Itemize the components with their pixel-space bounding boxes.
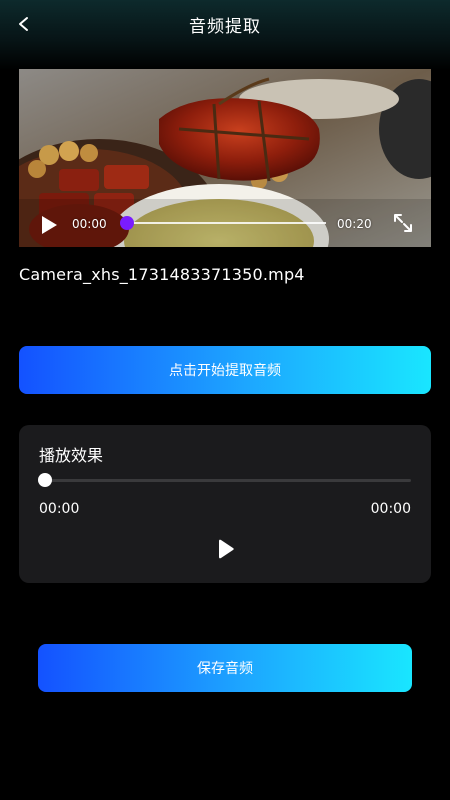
audio-progress-track[interactable] — [41, 479, 411, 482]
video-progress-thumb[interactable] — [120, 216, 134, 230]
play-icon[interactable] — [215, 539, 235, 559]
page-title: 音频提取 — [189, 17, 261, 37]
video-current-time: 00:00 — [72, 217, 107, 231]
file-name: Camera_xhs_1731483371350.mp4 — [19, 265, 305, 284]
audio-extract-screen: 音频提取 00:00 00:20 Camera_xhs_173148337135… — [0, 0, 450, 800]
top-bar: 音频提取 — [0, 0, 450, 48]
playback-effect-title: 播放效果 — [39, 446, 104, 465]
extract-audio-label: 点击开始提取音频 — [169, 363, 281, 379]
extract-audio-button[interactable]: 点击开始提取音频 — [19, 346, 431, 394]
video-progress-track[interactable] — [126, 222, 326, 224]
video-player[interactable]: 00:00 00:20 — [19, 69, 431, 247]
video-duration: 00:20 — [337, 217, 372, 231]
play-icon[interactable] — [40, 215, 58, 235]
save-audio-label: 保存音频 — [197, 661, 253, 677]
audio-current-time: 00:00 — [39, 501, 80, 517]
save-audio-button[interactable]: 保存音频 — [38, 644, 412, 692]
playback-effect-card: 播放效果 00:00 00:00 — [19, 425, 431, 583]
audio-duration: 00:00 — [370, 501, 411, 517]
audio-progress-thumb[interactable] — [38, 473, 52, 487]
fullscreen-icon[interactable] — [391, 211, 415, 235]
